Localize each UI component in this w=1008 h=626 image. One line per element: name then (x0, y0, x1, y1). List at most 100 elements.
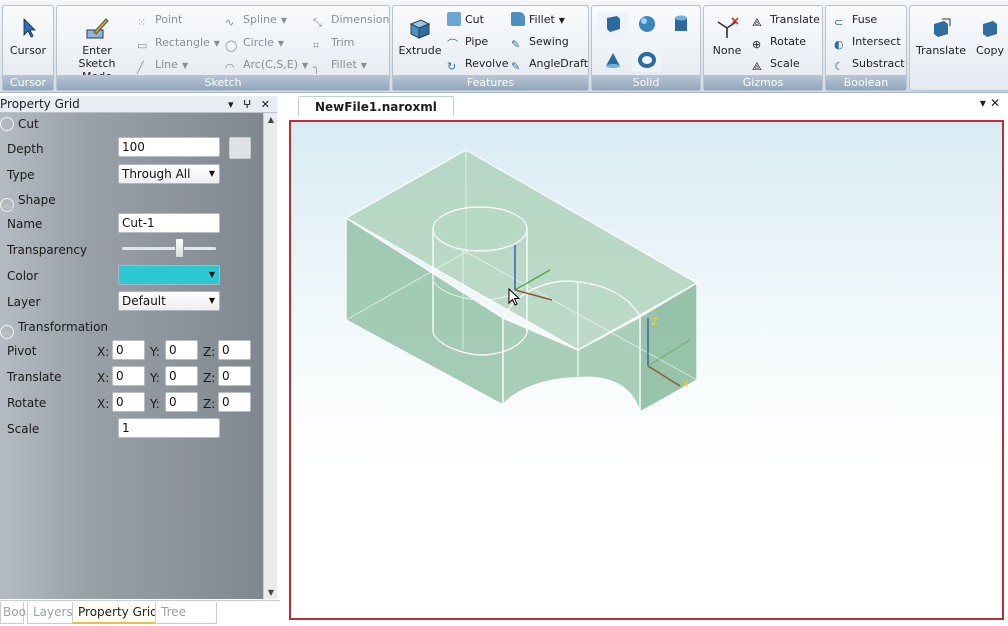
collapse-icon[interactable] (0, 117, 14, 131)
fillet-label: Fillet (529, 13, 555, 26)
depth-extra-button[interactable] (229, 137, 251, 159)
intersect-button[interactable]: ◐ Intersect (834, 33, 901, 51)
cone-solid-icon[interactable] (598, 48, 628, 72)
sketch-fillet-button[interactable]: ╮ Fillet ▼ (313, 56, 367, 74)
arc-button[interactable]: ◠ Arc(C,S,E) ▼ (225, 56, 308, 74)
chevron-down-icon[interactable]: ▾ (228, 98, 237, 111)
fuse-button[interactable]: ⊂ Fuse (834, 11, 877, 29)
line-icon: ╱ (137, 61, 144, 74)
pivot-y-field[interactable]: 0 (165, 340, 198, 360)
type-select[interactable]: Through All ▼ (118, 164, 220, 184)
revolve-button[interactable]: ↻ Revolve (447, 55, 509, 73)
transparency-slider[interactable] (122, 238, 216, 258)
trim-button[interactable]: ⌗ Trim (313, 34, 354, 52)
point-button[interactable]: ⁙ Point (137, 11, 182, 29)
rotate-x-field[interactable]: 0 (112, 392, 145, 412)
chevron-down-icon: ▼ (277, 39, 285, 48)
fillet-icon (511, 12, 525, 26)
collapse-icon[interactable]: ︿ (0, 198, 14, 212)
extrude-button[interactable]: Extrude (395, 10, 445, 72)
tab-boolean[interactable]: Boo (0, 602, 26, 624)
close-icon[interactable]: ✕ (261, 98, 273, 111)
group-label-cursor: Cursor (3, 75, 53, 90)
substract-label: Substract (852, 57, 905, 70)
depth-field[interactable]: 100 (118, 137, 220, 157)
gizmo-scale-button[interactable]: ⟁ Scale (752, 55, 800, 73)
translate-x-field[interactable]: 0 (112, 366, 145, 386)
pivot-x-field[interactable]: 0 (112, 340, 145, 360)
scroll-up-icon[interactable]: ▲ (264, 115, 278, 124)
enter-sketch-button[interactable]: Enter Sketch Mode (61, 10, 133, 83)
close-icon[interactable]: ✕ (990, 96, 1004, 110)
category-transformation[interactable]: ︿ Transformation (0, 320, 108, 339)
mouse-pointer-icon (508, 288, 521, 306)
cut-button[interactable]: Cut (447, 11, 484, 29)
transform-group: Translate Copy (909, 5, 1008, 91)
property-grid-scrollbar[interactable]: ▲ ▼ (263, 113, 277, 599)
part-model[interactable]: Z X (291, 122, 1002, 618)
depth-label: Depth (7, 142, 44, 156)
pipe-button[interactable]: ⌒ Pipe (447, 33, 488, 51)
angledraft-button[interactable]: ✎ AngleDraft (511, 55, 588, 73)
svg-text:Z: Z (651, 317, 658, 328)
y-label: Y: (150, 345, 160, 359)
translate-y-field[interactable]: 0 (165, 366, 198, 386)
torus-solid-icon[interactable] (632, 48, 662, 72)
spline-button[interactable]: ∿ Spline ▼ (225, 11, 287, 29)
sphere-solid-icon[interactable] (632, 12, 662, 36)
translate-button[interactable]: Translate (914, 10, 968, 72)
x-label: X: (97, 371, 110, 385)
rotate-y-field[interactable]: 0 (165, 392, 198, 412)
circle-button[interactable]: ◯ Circle ▼ (225, 34, 284, 52)
line-label: Line (155, 58, 178, 71)
dropdown-icon[interactable]: ▾ (980, 96, 990, 110)
rotate-z-field[interactable]: 0 (218, 392, 251, 412)
transparency-label: Transparency (7, 243, 88, 257)
circle-icon: ◯ (225, 39, 238, 52)
pipe-icon: ⌒ (447, 38, 458, 51)
name-field[interactable]: Cut-1 (118, 213, 220, 233)
tab-layers[interactable]: Layers (27, 602, 79, 624)
pivot-z-field[interactable]: 0 (218, 340, 251, 360)
tab-property-grid[interactable]: Property Grid (72, 602, 164, 624)
cylinder-solid-icon[interactable] (666, 12, 696, 36)
layer-value: Default (122, 294, 166, 308)
cut-label: Cut (465, 13, 484, 26)
revolve-label: Revolve (465, 57, 509, 70)
color-label: Color (7, 269, 39, 283)
substract-button[interactable]: ☾ Substract (834, 55, 905, 73)
color-select[interactable]: ▼ (118, 265, 220, 285)
pin-icon[interactable]: ⵖ (243, 98, 254, 111)
tab-tree-view[interactable]: Tree View (155, 602, 217, 626)
copy-button[interactable]: Copy (970, 10, 1008, 72)
intersect-label: Intersect (852, 35, 901, 48)
layer-select[interactable]: Default ▼ (118, 291, 220, 311)
gizmo-rotate-button[interactable]: ⊕ Rotate (752, 33, 806, 51)
3d-viewport[interactable]: Z X (289, 120, 1004, 620)
category-shape-label: Shape (18, 193, 56, 207)
gizmo-translate-button[interactable]: ⟁ Translate (752, 11, 820, 29)
cursor-button[interactable]: Cursor (3, 10, 53, 72)
scroll-down-icon[interactable]: ▼ (264, 588, 278, 597)
slider-thumb[interactable] (175, 238, 184, 258)
panel-tabs: Boo Layers Property Grid Tree View (0, 600, 280, 626)
layer-label: Layer (7, 295, 41, 309)
category-cut[interactable]: Cut (0, 117, 39, 131)
none-gizmo-button[interactable]: None (706, 10, 748, 72)
pivot-label: Pivot (7, 344, 37, 358)
boolean-group: ⊂ Fuse ◐ Intersect ☾ Substract Boolean (825, 5, 907, 91)
sewing-button[interactable]: ✎ Sewing (511, 33, 569, 51)
line-button[interactable]: ╱ Line ▼ (137, 56, 188, 74)
scale-field[interactable]: 1 (118, 418, 220, 438)
z-label: Z: (203, 345, 216, 359)
fillet-button[interactable]: Fillet ▼ (511, 11, 565, 29)
box-solid-icon[interactable] (598, 12, 628, 36)
cursor-label: Cursor (9, 44, 47, 57)
dimension-button[interactable]: ⤡ Dimension (313, 11, 389, 29)
rectangle-button[interactable]: ▭ Rectangle ▼ (137, 34, 220, 52)
document-tab[interactable]: NewFile1.naroxml (298, 96, 454, 116)
translate-z-field[interactable]: 0 (218, 366, 251, 386)
group-label-solid: Solid (592, 75, 700, 90)
category-shape[interactable]: ︿ Shape (0, 193, 56, 212)
collapse-icon[interactable]: ︿ (0, 325, 14, 339)
